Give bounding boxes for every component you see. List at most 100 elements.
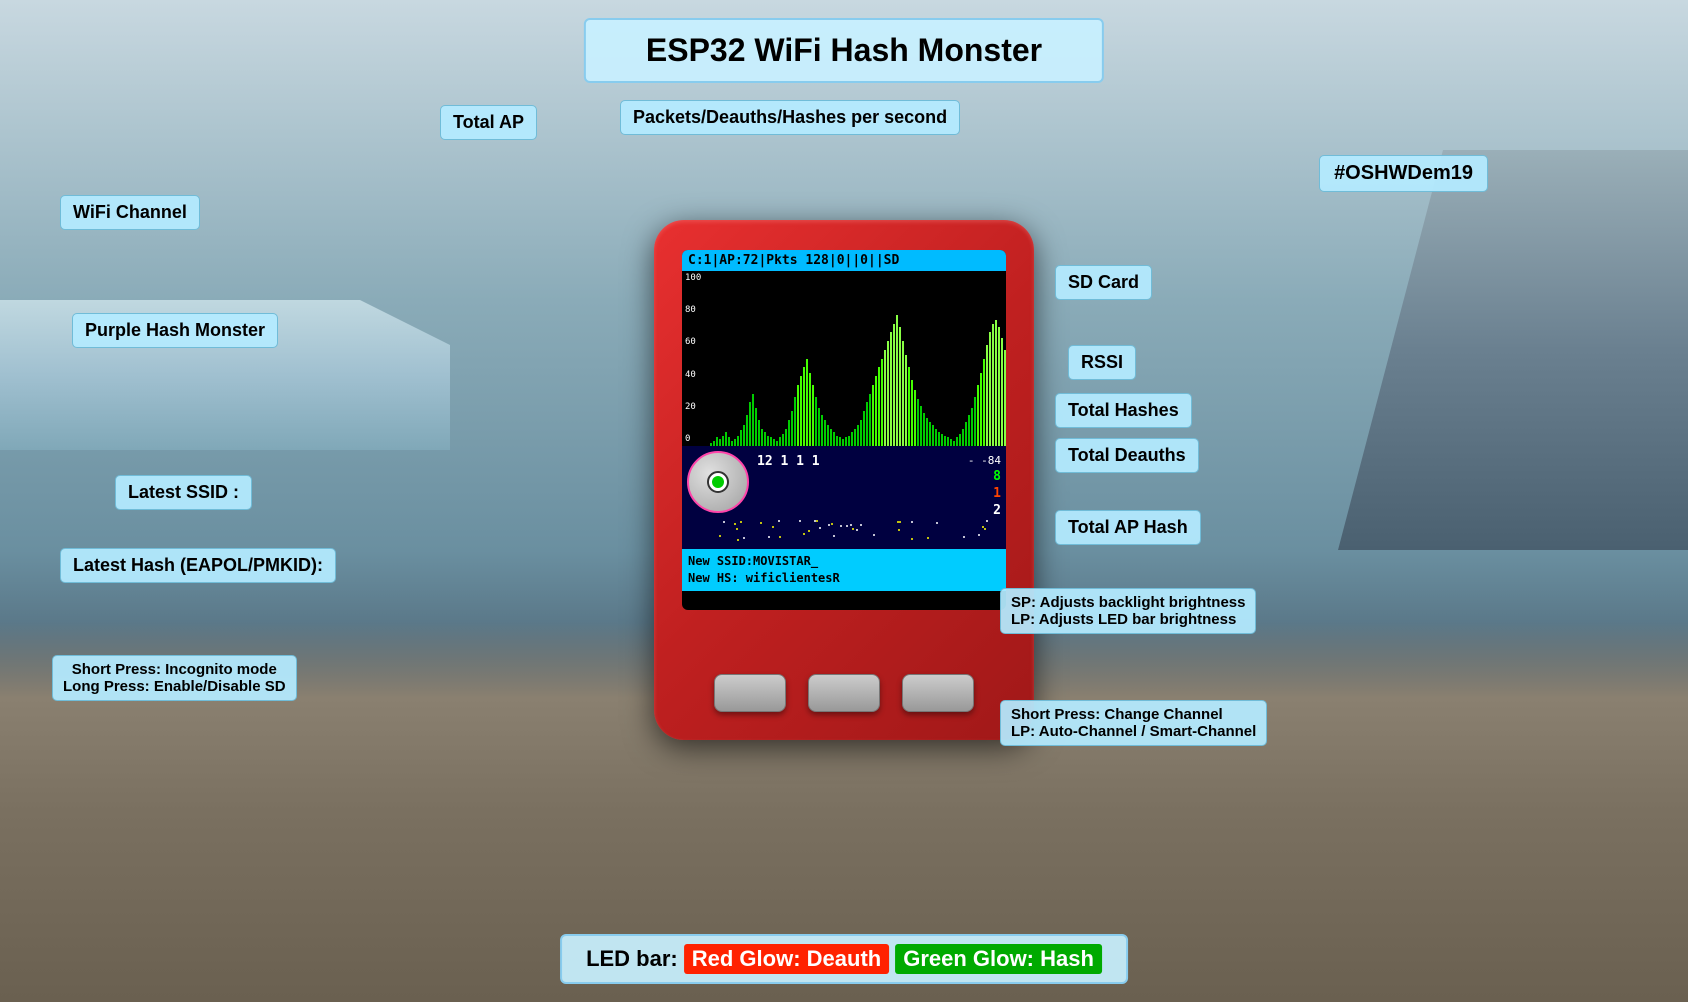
scatter-dot: [814, 520, 816, 522]
label-wifi-channel: WiFi Channel: [60, 195, 200, 230]
graph-bar: [986, 345, 988, 447]
label-purple-hash-monster: Purple Hash Monster: [72, 313, 278, 348]
label-rssi: RSSI: [1068, 345, 1136, 380]
graph-bar: [857, 425, 859, 446]
counter3-row: 2: [968, 503, 1001, 518]
led-bar: LED bar: Red Glow: Deauth Green Glow: Ha…: [560, 934, 1128, 984]
graph-bar: [827, 425, 829, 446]
graph-bar: [848, 436, 850, 447]
graph-bar: [962, 429, 964, 447]
graph-label-80: 80: [685, 305, 701, 315]
led-green-label: Green Glow: Hash: [895, 944, 1102, 974]
left-button[interactable]: [714, 674, 786, 712]
graph-bar: [836, 436, 838, 447]
graph-bar: [737, 436, 739, 447]
graph-bar: [824, 420, 826, 446]
graph-bar: [914, 390, 916, 446]
graph-bar: [1004, 350, 1006, 446]
graph-bar: [719, 439, 721, 446]
graph-bar: [752, 394, 754, 447]
center-numbers: 12 1 1 1: [757, 454, 820, 469]
graph-label-60: 60: [685, 337, 701, 347]
graph-bar: [992, 324, 994, 447]
oshw-tag: #OSHWDem19: [1319, 155, 1488, 192]
graph-bar: [839, 437, 841, 446]
graph-bar: [815, 397, 817, 446]
label-total-ap-hash: Total AP Hash: [1055, 510, 1201, 545]
graph-bar: [746, 415, 748, 447]
scatter-dot: [898, 529, 900, 531]
scatter-dot: [982, 526, 984, 528]
scatter-dot: [778, 520, 780, 522]
scatter-dot: [734, 523, 736, 525]
graph-area: 100 80 60 40 20 0: [682, 271, 1006, 446]
counter1-row: 8: [968, 469, 1001, 484]
graph-bar: [968, 415, 970, 447]
graph-bar: [755, 408, 757, 447]
graph-bar: [878, 367, 880, 446]
graph-bar: [782, 434, 784, 446]
led-bar-label: LED bar:: [586, 946, 678, 972]
scatter-dot: [723, 521, 725, 523]
scatter-dot: [743, 537, 745, 539]
label-right-button: Short Press: Change Channel LP: Auto-Cha…: [1000, 700, 1267, 746]
scatter-dot: [819, 527, 821, 529]
scatter-dot: [737, 539, 739, 541]
graph-bar: [890, 332, 892, 446]
scatter-dot: [860, 524, 862, 526]
graph-bar: [803, 367, 805, 446]
graph-bar: [932, 425, 934, 446]
graph-label-20: 20: [685, 402, 701, 412]
ssid-line1: New SSID:MOVISTAR_: [688, 553, 1000, 570]
graph-bar: [899, 327, 901, 446]
scatter-dot: [899, 521, 901, 523]
middle-button[interactable]: [808, 674, 880, 712]
graph-bar: [959, 434, 961, 446]
right-button[interactable]: [902, 674, 974, 712]
graph-label-40: 40: [685, 370, 701, 380]
scatter-dot: [963, 536, 965, 538]
graph-bar: [995, 320, 997, 446]
graph-bar: [974, 397, 976, 446]
graph-bar: [893, 324, 895, 447]
graph-bar: [821, 415, 823, 447]
graph-bar: [860, 420, 862, 446]
page-title: ESP32 WiFi Hash Monster: [584, 18, 1104, 83]
graph-bar: [944, 436, 946, 447]
graph-bar: [722, 436, 724, 447]
graph-bar: [935, 429, 937, 447]
scatter-dot: [856, 529, 858, 531]
scatter-dot: [740, 521, 742, 523]
graph-bar: [779, 437, 781, 446]
graph-label-100: 100: [685, 273, 701, 283]
graph-bar: [734, 439, 736, 446]
scatter-dot: [828, 524, 830, 526]
scatter-dot: [772, 526, 774, 528]
graph-bar: [902, 341, 904, 446]
scatter-dot: [986, 520, 988, 522]
graph-bar: [767, 436, 769, 447]
graph-bar: [911, 380, 913, 447]
monster-icon: [687, 451, 749, 513]
graph-bar: [788, 420, 790, 446]
screen-bottom: 12 1 1 1 - -84 8 1 2: [682, 446, 1006, 591]
graph-bar: [941, 434, 943, 446]
scatter-dot: [799, 520, 801, 522]
ssid-info: New SSID:MOVISTAR_ New HS: wificlientesR: [682, 549, 1006, 591]
label-middle-button: SP: Adjusts backlight brightness LP: Adj…: [1000, 588, 1256, 634]
graph-bar: [728, 437, 730, 446]
graph-bar: [887, 341, 889, 446]
graph-bar: [845, 437, 847, 446]
status-numbers: - -84 8 1 2: [968, 454, 1001, 518]
graph-bar: [965, 422, 967, 447]
graph-bar: [854, 429, 856, 447]
graph-bar: [1001, 338, 1003, 447]
graph-bar: [797, 385, 799, 446]
scatter-dot: [936, 522, 938, 524]
graph-bar: [938, 432, 940, 446]
graph-bar: [875, 376, 877, 446]
counter1: 8: [993, 469, 1001, 484]
scatter-dot: [927, 537, 929, 539]
scatter-dot: [978, 534, 980, 536]
scatter-dot: [808, 530, 810, 532]
